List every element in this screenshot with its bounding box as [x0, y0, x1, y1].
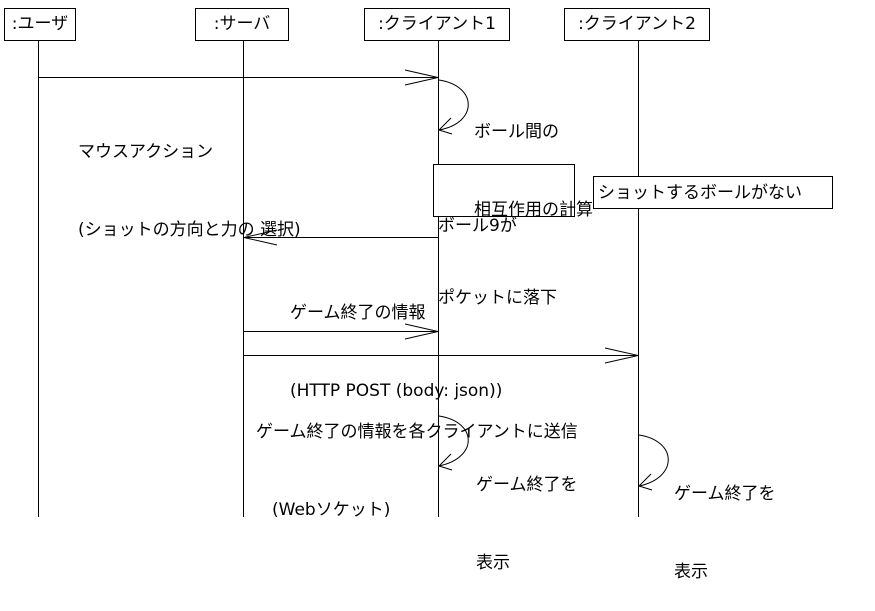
- label-interaction-calc-line2: 相互作用の計算: [474, 200, 593, 220]
- participant-user: :ユーザ: [4, 8, 76, 41]
- label-show-end-client2-line1: ゲーム終了を: [674, 484, 776, 504]
- label-game-end-info-line1: ゲーム終了の情報: [290, 303, 426, 323]
- label-show-end-client2: ゲーム終了を 表示: [674, 429, 776, 611]
- label-show-end-client1-line1: ゲーム終了を: [476, 475, 578, 495]
- label-interaction-calc-line1: ボール間の: [474, 122, 559, 142]
- arrow-user-to-client1: [38, 69, 439, 86]
- label-interaction-calc: ボール間の 相互作用の計算: [474, 67, 593, 249]
- participant-client2: :クライアント2: [564, 8, 710, 41]
- label-mouse-action-line1: マウスアクション: [78, 142, 214, 162]
- participant-client1: :クライアント1: [364, 8, 510, 41]
- label-mouse-action-line2: (ショットの方向と力の 選択): [78, 220, 301, 240]
- arrow-self-client2-show: [638, 434, 669, 491]
- participant-server: :サーバ: [195, 8, 289, 41]
- note-no-ball: ショットするボールがない: [593, 176, 833, 209]
- label-show-end-client1: ゲーム終了を 表示: [476, 420, 578, 602]
- label-show-end-client1-line2: 表示: [476, 553, 510, 573]
- label-show-end-client2-line2: 表示: [674, 562, 708, 582]
- arrow-self-client1-calc: [438, 79, 469, 135]
- label-mouse-action: マウスアクション (ショットの方向と力の 選択): [78, 87, 301, 269]
